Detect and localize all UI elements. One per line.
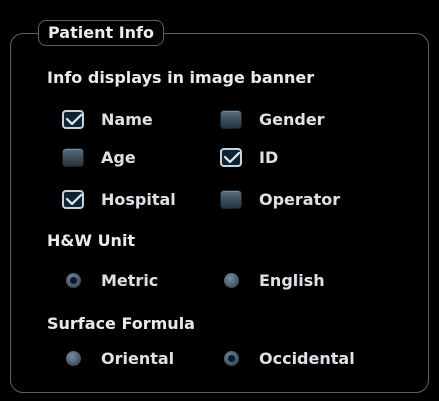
operator-checkbox[interactable] bbox=[220, 189, 242, 209]
age-checkbox[interactable] bbox=[62, 147, 84, 167]
age-checkbox-label: Age bbox=[101, 147, 136, 167]
occidental-radio-label: Occidental bbox=[259, 348, 355, 368]
id-checkbox-option[interactable]: ID bbox=[220, 146, 278, 168]
metric-radio-option[interactable]: Metric bbox=[62, 269, 158, 291]
metric-radio-label: Metric bbox=[101, 270, 159, 290]
gender-checkbox[interactable] bbox=[220, 109, 242, 129]
occidental-radio-option[interactable]: Occidental bbox=[220, 347, 355, 369]
english-radio-option[interactable]: English bbox=[220, 269, 325, 291]
metric-radio[interactable] bbox=[66, 272, 81, 288]
oriental-radio[interactable] bbox=[66, 350, 81, 366]
occidental-radio[interactable] bbox=[224, 350, 239, 366]
english-radio[interactable] bbox=[224, 272, 239, 288]
operator-checkbox-label: Operator bbox=[259, 189, 341, 209]
surface-formula-heading: Surface Formula bbox=[47, 314, 195, 333]
banner-info-heading: Info displays in image banner bbox=[47, 68, 315, 87]
hospital-checkbox-option[interactable]: Hospital bbox=[62, 188, 176, 210]
checkmark-icon bbox=[223, 151, 241, 163]
oriental-radio-label: Oriental bbox=[101, 348, 175, 368]
age-checkbox-option[interactable]: Age bbox=[62, 146, 136, 168]
hospital-checkbox-label: Hospital bbox=[101, 189, 176, 209]
panel-title: Patient Info bbox=[38, 20, 164, 46]
id-checkbox[interactable] bbox=[220, 147, 242, 167]
english-radio-label: English bbox=[259, 270, 325, 290]
name-checkbox-label: Name bbox=[101, 109, 153, 129]
gender-checkbox-label: Gender bbox=[259, 109, 325, 129]
hw-unit-heading: H&W Unit bbox=[47, 231, 136, 250]
name-checkbox-option[interactable]: Name bbox=[62, 108, 153, 130]
hospital-checkbox[interactable] bbox=[62, 189, 84, 209]
operator-checkbox-option[interactable]: Operator bbox=[220, 188, 340, 210]
checkmark-icon bbox=[65, 113, 83, 125]
gender-checkbox-option[interactable]: Gender bbox=[220, 108, 325, 130]
name-checkbox[interactable] bbox=[62, 109, 84, 129]
id-checkbox-label: ID bbox=[259, 147, 279, 167]
radio-selected-dot bbox=[70, 276, 77, 284]
oriental-radio-option[interactable]: Oriental bbox=[62, 347, 174, 369]
radio-selected-dot bbox=[228, 354, 235, 362]
checkmark-icon bbox=[65, 193, 83, 205]
